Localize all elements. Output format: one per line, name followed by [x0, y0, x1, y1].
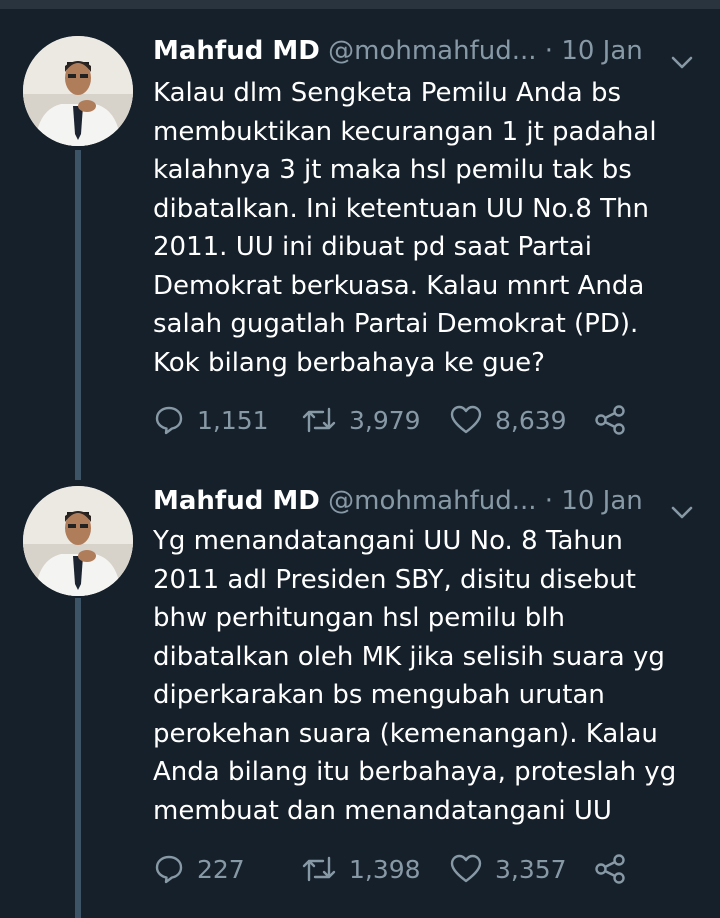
tweet-actions: 227 1,398 3,357 [153, 849, 653, 889]
avatar[interactable] [23, 486, 133, 596]
like-button[interactable]: 8,639 [449, 400, 567, 440]
like-icon [449, 404, 483, 436]
reply-button[interactable]: 1,151 [153, 400, 269, 440]
like-icon [449, 853, 483, 885]
thread-line [75, 150, 81, 480]
share-button[interactable] [593, 849, 627, 889]
author-handle[interactable]: @mohmahfud... [328, 36, 536, 66]
share-button[interactable] [593, 400, 627, 440]
tweet-text: Yg menandatangani UU No. 8 Tahun 2011 ad… [153, 526, 677, 826]
separator-dot: · [544, 36, 554, 66]
retweet-icon [301, 853, 337, 885]
retweet-button[interactable]: 1,398 [301, 849, 421, 889]
retweet-icon [301, 404, 337, 436]
tweet-header: Mahfud MD @mohmahfud... · 10 Jan [153, 480, 693, 522]
top-bar-edge [0, 0, 720, 9]
like-button[interactable]: 3,357 [449, 849, 567, 889]
tweet-date[interactable]: 10 Jan [561, 486, 642, 516]
reply-count: 227 [197, 854, 245, 884]
tweet-text: Kalau dlm Sengketa Pemilu Anda bs membuk… [153, 78, 657, 378]
thread-line [75, 598, 81, 918]
tweet-date[interactable]: 10 Jan [561, 36, 642, 66]
avatar[interactable] [23, 36, 133, 146]
reply-button[interactable]: 227 [153, 849, 245, 889]
separator-dot: · [544, 486, 554, 516]
reply-count: 1,151 [197, 405, 269, 435]
like-count: 3,357 [495, 854, 567, 884]
tweet-actions: 1,151 3,979 8,639 [153, 400, 653, 440]
share-icon [593, 404, 627, 436]
author-name[interactable]: Mahfud MD [153, 36, 320, 66]
like-count: 8,639 [495, 405, 567, 435]
reply-icon [153, 404, 185, 436]
share-icon [593, 853, 627, 885]
retweet-count: 3,979 [349, 405, 421, 435]
retweet-button[interactable]: 3,979 [301, 400, 421, 440]
reply-icon [153, 853, 185, 885]
tweet[interactable]: Mahfud MD @mohmahfud... · 10 Jan Kalau d… [0, 30, 720, 480]
author-handle[interactable]: @mohmahfud... [328, 486, 536, 516]
tweet[interactable]: Mahfud MD @mohmahfud... · 10 Jan Yg mena… [0, 480, 720, 918]
tweet-header: Mahfud MD @mohmahfud... · 10 Jan [153, 30, 693, 72]
retweet-count: 1,398 [349, 854, 421, 884]
author-name[interactable]: Mahfud MD [153, 486, 320, 516]
